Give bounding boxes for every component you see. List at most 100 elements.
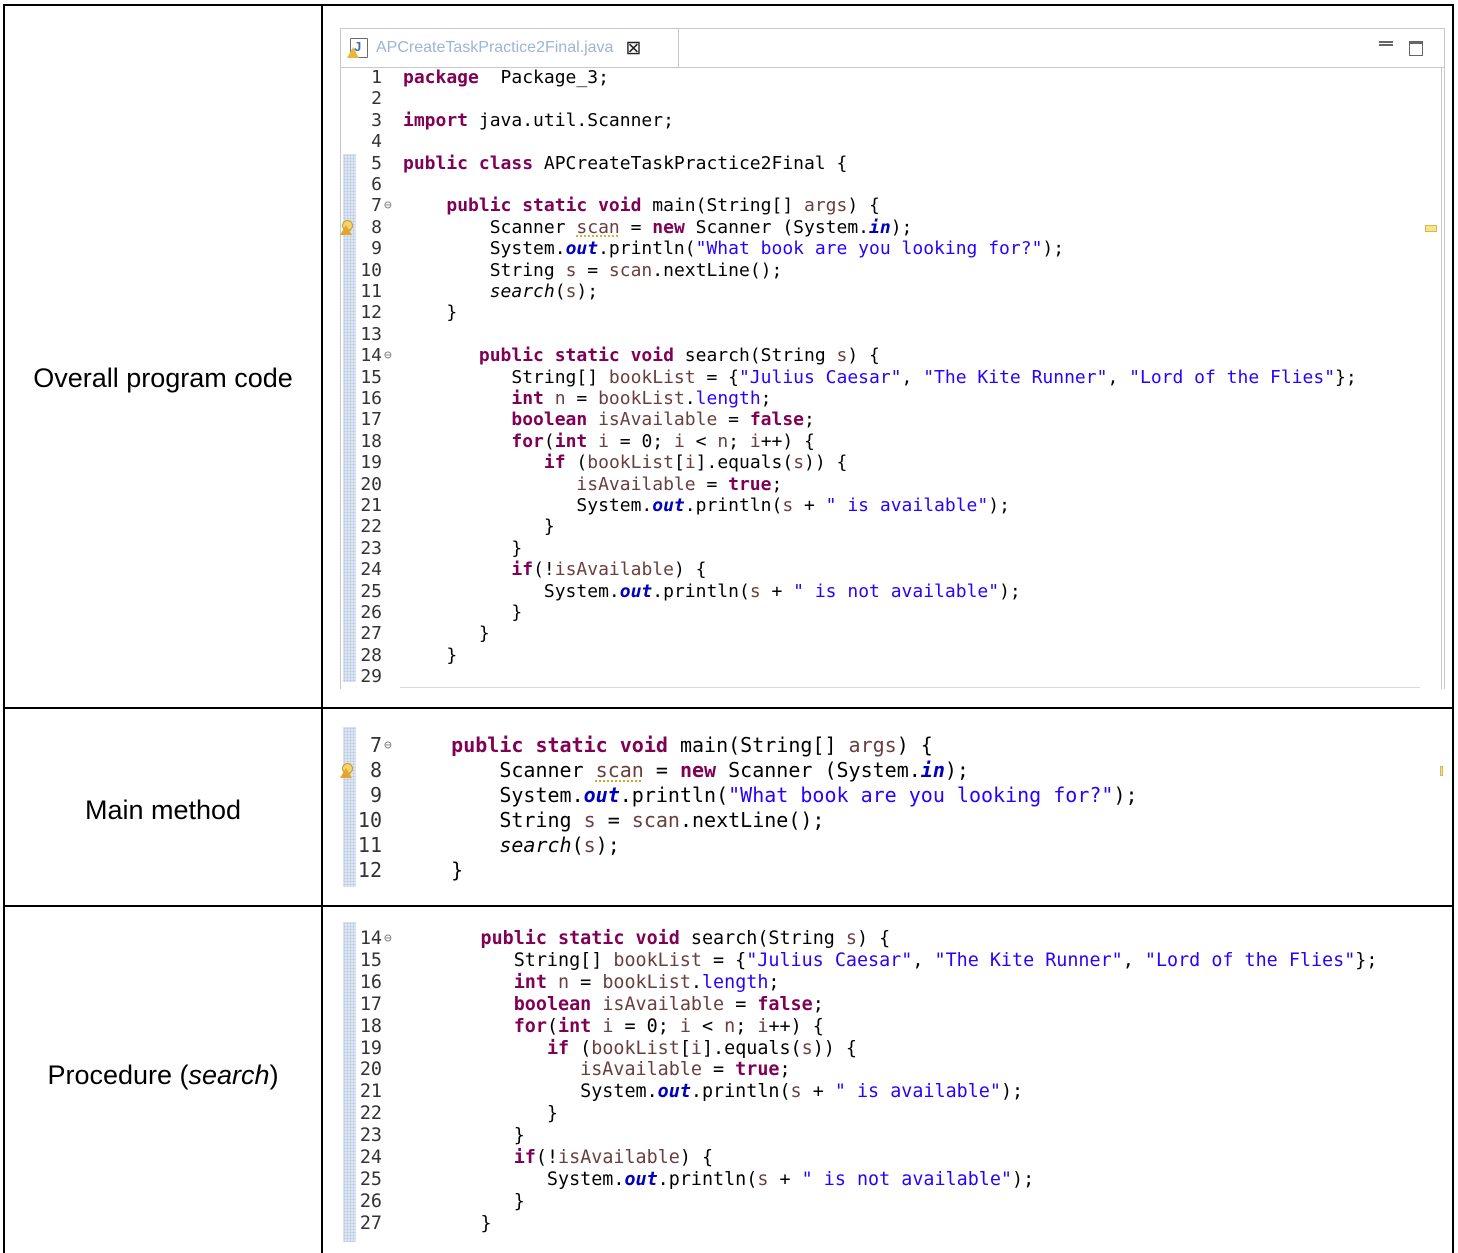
code-token: ++) { <box>768 1015 824 1037</box>
code-line[interactable]: 6 <box>340 174 1430 195</box>
code-token: length <box>701 971 769 993</box>
fold-collapse-icon[interactable]: ⊖ <box>384 345 392 366</box>
maximize-icon[interactable] <box>1409 41 1423 56</box>
code-token: if <box>543 452 566 474</box>
code-line[interactable]: 18 for(int i = 0; i < n; i++) { <box>340 1016 1430 1038</box>
code-line[interactable]: 5 public class APCreateTaskPractice2Final… <box>340 153 1430 174</box>
code-line[interactable]: 17 boolean isAvailable = false; <box>340 994 1430 1016</box>
code-text: } <box>403 1103 558 1125</box>
code-token: import <box>403 109 469 131</box>
code-token: i <box>690 1037 702 1059</box>
code-line[interactable]: 14 ⊖ public static void search(String s) … <box>340 345 1430 366</box>
code-text: } <box>403 302 457 323</box>
code-line[interactable]: 14 ⊖ public static void search(String s) … <box>340 928 1430 950</box>
fold-collapse-icon[interactable]: ⊖ <box>384 733 392 758</box>
code-line[interactable]: 7 ⊖ public static void main(String[] args… <box>340 733 1430 758</box>
warning-lightbulb-icon[interactable] <box>340 219 354 235</box>
code-line[interactable]: 21 System.out.println(s + " is available… <box>340 1081 1430 1103</box>
code-token: } <box>403 602 523 623</box>
code-line[interactable]: 22 } <box>340 516 1430 537</box>
code-token: String[] <box>403 366 609 388</box>
code-line[interactable]: 9 System.out.println("What book are you … <box>340 238 1430 259</box>
minimize-icon[interactable] <box>1379 41 1393 46</box>
code-line[interactable]: 23 } <box>340 538 1430 559</box>
code-token: bookList <box>598 388 685 409</box>
code-line[interactable]: 1 package Package_3; <box>340 67 1430 88</box>
code-line[interactable]: 24 if(!isAvailable) { <box>340 559 1430 580</box>
code-token: int <box>554 430 588 452</box>
code-line[interactable]: 11 search(s); <box>340 833 1430 858</box>
code-token: .println( <box>690 1081 791 1103</box>
code-line[interactable]: 17 boolean isAvailable = false; <box>340 409 1430 430</box>
overview-ruler-warning-mark[interactable] <box>1425 225 1437 232</box>
code-token: new <box>679 758 717 782</box>
fold-collapse-icon[interactable]: ⊖ <box>384 928 392 950</box>
code-text: if (bookList[i].equals(s)) { <box>403 1038 857 1060</box>
code-token: .println( <box>619 783 729 807</box>
code-line[interactable]: 21 System.out.println(s + " is available… <box>340 495 1430 516</box>
code-line[interactable]: 26 } <box>340 1191 1430 1213</box>
code-text: int n = bookList.length; <box>403 388 772 409</box>
code-line[interactable]: 2 <box>340 88 1430 109</box>
code-line[interactable]: 11 search(s); <box>340 281 1430 302</box>
code-token: i <box>598 430 609 452</box>
code-token: = <box>701 1059 736 1081</box>
code-line[interactable]: 13 <box>340 324 1430 345</box>
code-line[interactable]: 25 System.out.println(s + " is not avail… <box>340 1169 1430 1191</box>
code-line[interactable]: 15 String[] bookList = {"Julius Caesar",… <box>340 367 1430 388</box>
code-line[interactable]: 19 if (bookList[i].equals(s)) { <box>340 452 1430 473</box>
code-token: s <box>790 1081 802 1103</box>
code-line[interactable]: 15 String[] bookList = {"Julius Caesar",… <box>340 950 1430 972</box>
code-line[interactable]: 27 } <box>340 623 1430 644</box>
code-token: , <box>901 366 924 388</box>
code-line[interactable]: 10 String s = scan.nextLine(); <box>340 260 1430 281</box>
line-number: 11 <box>357 833 382 857</box>
code-token: public class <box>403 152 534 174</box>
code-token: ) { <box>847 345 880 367</box>
code-token: s <box>565 281 577 302</box>
code-line[interactable]: 4 <box>340 131 1430 152</box>
code-token: = <box>569 971 603 993</box>
overview-ruler-warning-mark[interactable] <box>1440 766 1443 776</box>
code-line[interactable]: 25 System.out.println(s + " is not avail… <box>340 581 1430 602</box>
code-line[interactable]: 20 isAvailable = true; <box>340 1059 1430 1081</box>
code-token: = 0; <box>613 1015 680 1037</box>
code-line[interactable]: 27 } <box>340 1213 1430 1235</box>
code-text: System.out.println("What book are you lo… <box>403 238 1064 259</box>
code-line[interactable]: 12 } <box>340 302 1430 323</box>
code-line[interactable]: 8 Scanner scan = new Scanner (System.in)… <box>340 217 1430 238</box>
code-line[interactable]: 16 int n = bookList.length; <box>340 388 1430 409</box>
code-line[interactable]: 12 } <box>340 858 1430 883</box>
fold-collapse-icon[interactable]: ⊖ <box>384 195 392 216</box>
code-token: bookList <box>591 1037 680 1059</box>
code-line[interactable]: 10 String s = scan.nextLine(); <box>340 808 1430 833</box>
code-line[interactable]: 29 <box>340 666 1430 687</box>
code-text: } <box>403 858 463 883</box>
code-line[interactable]: 28 } <box>340 645 1430 666</box>
code-token: ; <box>760 388 772 409</box>
code-line[interactable]: 24 if(!isAvailable) { <box>340 1147 1430 1169</box>
code-line[interactable]: 26 } <box>340 602 1430 623</box>
code-token: main(String[] <box>641 195 804 217</box>
code-line[interactable]: 20 isAvailable = true; <box>340 474 1430 495</box>
code-line[interactable]: 18 for(int i = 0; i < n; i++) { <box>340 431 1430 452</box>
editor-tab[interactable]: J APCreateTaskPractice2Final.java ⊠ <box>341 29 679 67</box>
code-text: isAvailable = true; <box>403 1059 790 1081</box>
code-token: out <box>652 495 685 516</box>
code-line[interactable]: 19 if (bookList[i].equals(s)) { <box>340 1038 1430 1060</box>
code-token: Scanner (System. <box>716 758 921 782</box>
close-icon[interactable]: ⊠ <box>625 39 641 58</box>
line-number: 13 <box>360 323 382 345</box>
warning-lightbulb-icon[interactable] <box>340 763 354 778</box>
code-line[interactable]: 9 System.out.println("What book are you … <box>340 783 1430 808</box>
code-line[interactable]: 22 } <box>340 1103 1430 1125</box>
code-line[interactable]: 23 } <box>340 1125 1430 1147</box>
code-token: search(String <box>673 345 837 367</box>
code-line[interactable]: 3 import java.util.Scanner; <box>340 110 1430 131</box>
code-line[interactable]: 16 int n = bookList.length; <box>340 972 1430 994</box>
code-line[interactable]: 7 ⊖ public static void main(String[] args… <box>340 195 1430 216</box>
line-number: 25 <box>360 580 382 602</box>
code-line[interactable]: 8 Scanner scan = new Scanner (System.in)… <box>340 758 1430 783</box>
